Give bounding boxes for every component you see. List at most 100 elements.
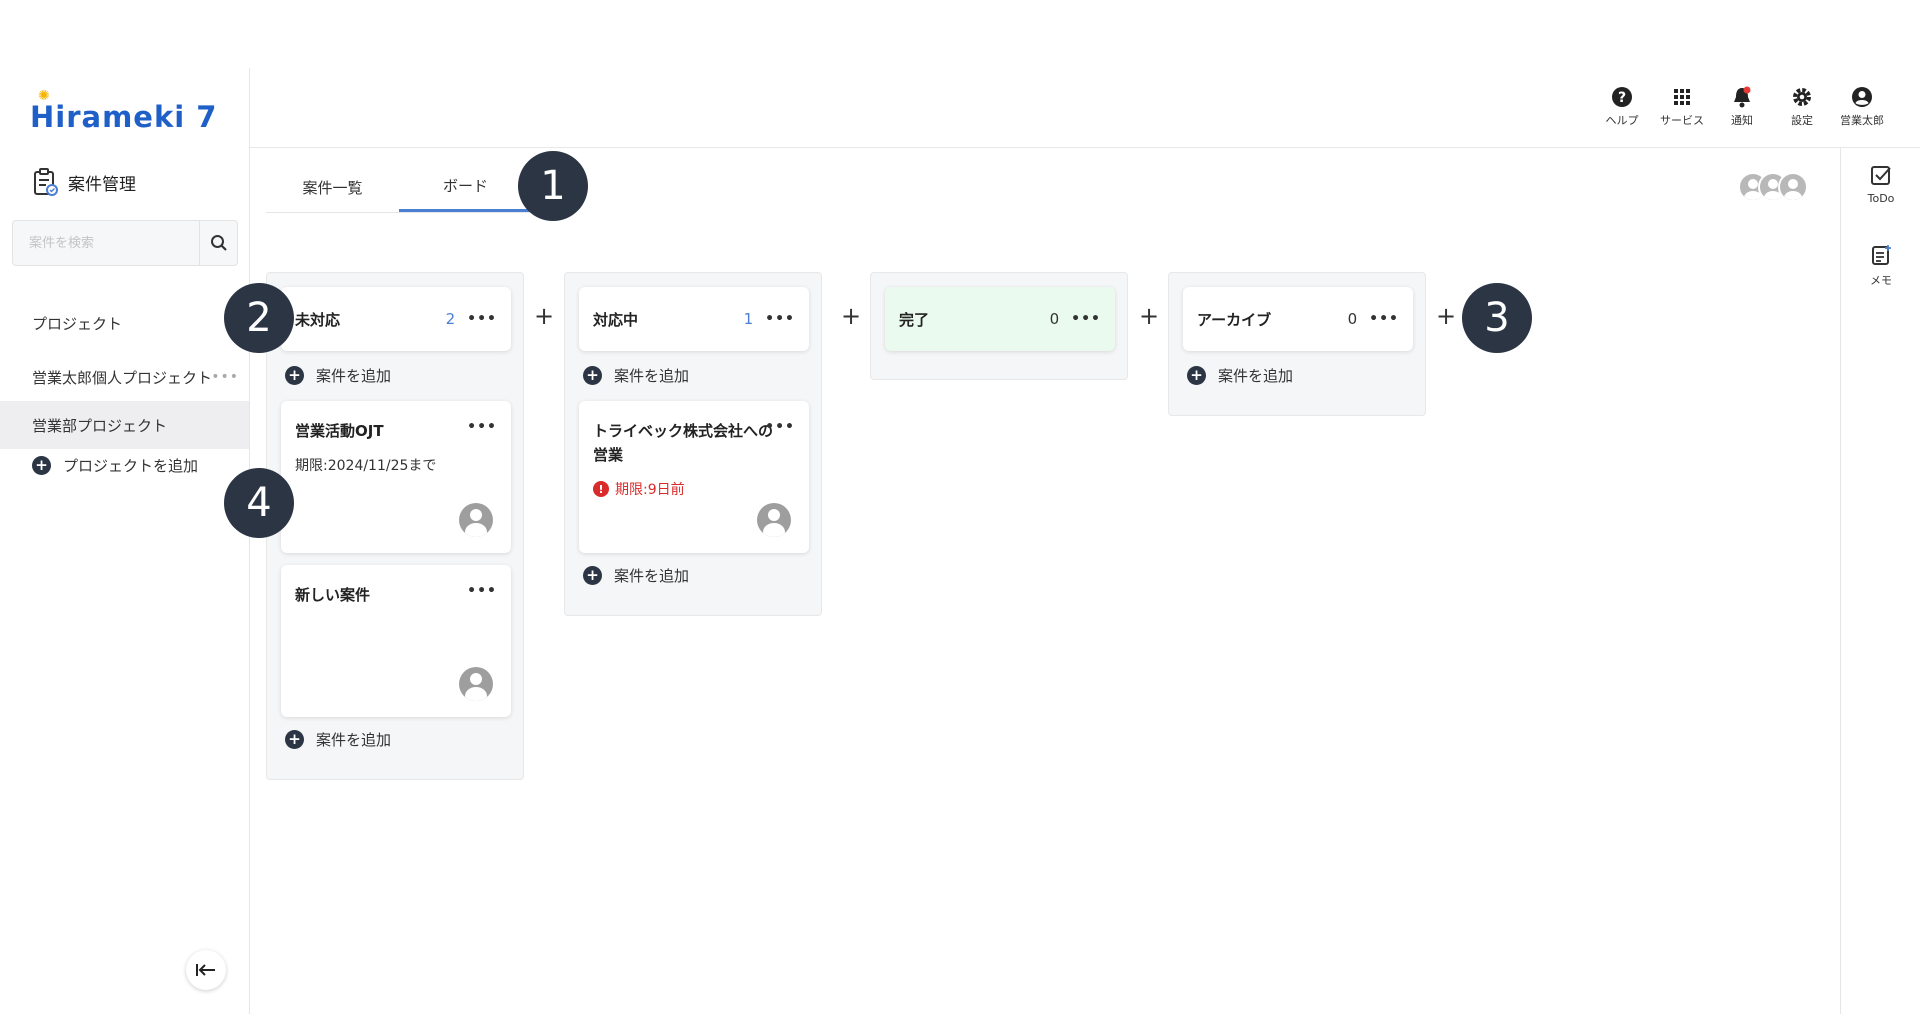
app-logo[interactable]: ✺ Hirameki 7 (30, 88, 217, 134)
add-case-label: 案件を追加 (1218, 367, 1294, 385)
plus-circle-icon: + (583, 366, 602, 385)
clipboard-icon (34, 168, 58, 196)
column-header[interactable]: 未対応 2 ••• (281, 287, 511, 351)
warning-icon: ! (593, 481, 609, 497)
sidebar-item-personal-project[interactable]: 営業太郎個人プロジェクト ••• (0, 353, 249, 401)
card-due-date-overdue: ! 期限:9日前 (593, 479, 685, 499)
plus-circle-icon: + (1187, 366, 1206, 385)
collapse-arrow-icon (196, 964, 215, 976)
bell-icon (1734, 86, 1751, 108)
callout-badge: 3 (1462, 283, 1532, 353)
plus-circle-icon: + (583, 566, 602, 585)
column-header[interactable]: 完了 0 ••• (885, 287, 1115, 351)
card-title: トライベック株式会社への営業 (593, 422, 774, 464)
column-title: 対応中 (593, 310, 639, 329)
sidebar-item-label: 営業太郎個人プロジェクト (32, 368, 213, 387)
add-case-button[interactable]: + 案件を追加 (583, 565, 689, 586)
settings-button[interactable]: 設定 (1778, 86, 1826, 128)
plus-circle-icon: + (285, 730, 304, 749)
sidebar-item-sales-project[interactable]: 営業部プロジェクト (0, 401, 249, 449)
more-icon[interactable]: ••• (211, 369, 239, 385)
collapse-sidebar-button[interactable] (186, 950, 226, 990)
board-column-in-progress: 対応中 1 ••• + 案件を追加 トライベック株式会社への営業 ••• ! 期… (564, 272, 822, 616)
notifications-label: 通知 (1731, 114, 1753, 127)
help-label: ヘルプ (1605, 114, 1639, 127)
more-icon[interactable]: ••• (1369, 311, 1399, 327)
column-title: 未対応 (295, 310, 341, 329)
more-icon[interactable]: ••• (765, 311, 795, 327)
member-avatars[interactable] (1738, 172, 1808, 202)
due-label: 期限:9日前 (615, 482, 685, 498)
column-count: 2 (445, 310, 456, 328)
todo-button[interactable]: ToDo (1841, 164, 1920, 205)
add-case-label: 案件を追加 (614, 567, 690, 585)
user-label: 営業太郎 (1840, 114, 1884, 127)
add-case-label: 案件を追加 (316, 731, 392, 749)
add-column-button[interactable]: + (841, 302, 861, 330)
avatar (1778, 172, 1808, 202)
callout-badge: 2 (224, 283, 294, 353)
notifications-button[interactable]: 通知 (1718, 86, 1766, 128)
assignee-avatar[interactable] (757, 503, 791, 537)
callout-badge: 1 (518, 151, 588, 221)
case-card[interactable]: 新しい案件 ••• (281, 565, 511, 717)
more-icon[interactable]: ••• (765, 419, 795, 435)
add-case-button[interactable]: + 案件を追加 (1187, 365, 1293, 386)
case-card[interactable]: トライベック株式会社への営業 ••• ! 期限:9日前 (579, 401, 809, 553)
add-case-button[interactable]: + 案件を追加 (583, 365, 689, 386)
add-project-button[interactable]: + プロジェクトを追加 (32, 455, 198, 476)
memo-icon (1872, 245, 1891, 265)
view-tabs: 案件一覧 ボード (266, 162, 532, 213)
help-button[interactable]: ? ヘルプ (1598, 86, 1646, 128)
memo-label: メモ (1870, 274, 1892, 287)
todo-check-icon (1871, 166, 1891, 185)
project-section-label: プロジェクト (32, 315, 123, 333)
services-button[interactable]: サービス (1658, 86, 1706, 128)
add-project-label: プロジェクトを追加 (63, 457, 199, 475)
column-header[interactable]: アーカイブ 0 ••• (1183, 287, 1413, 351)
assignee-avatar[interactable] (459, 667, 493, 701)
column-count: 1 (743, 310, 754, 328)
more-icon[interactable]: ••• (467, 419, 497, 435)
more-icon[interactable]: ••• (1071, 311, 1101, 327)
add-case-button[interactable]: + 案件を追加 (285, 729, 391, 750)
add-case-label: 案件を追加 (614, 367, 690, 385)
module-title-label: 案件管理 (68, 174, 136, 195)
case-card[interactable]: 営業活動OJT ••• 期限:2024/11/25まで (281, 401, 511, 553)
more-icon[interactable]: ••• (467, 583, 497, 599)
todo-label: ToDo (1867, 192, 1895, 205)
user-menu-button[interactable]: 営業太郎 (1838, 86, 1886, 128)
tab-board[interactable]: ボード (399, 162, 532, 212)
column-header[interactable]: 対応中 1 ••• (579, 287, 809, 351)
add-case-label: 案件を追加 (316, 367, 392, 385)
add-column-button[interactable]: + (1139, 302, 1159, 330)
column-count: 0 (1347, 310, 1358, 328)
add-column-button[interactable]: + (534, 302, 554, 330)
case-search (12, 220, 238, 266)
column-title: 完了 (899, 310, 930, 329)
search-icon (210, 235, 227, 251)
sidebar-item-label: 営業部プロジェクト (32, 416, 168, 435)
memo-button[interactable]: メモ (1841, 244, 1920, 288)
board-column-todo: 未対応 2 ••• + 案件を追加 営業活動OJT ••• 期限:2024/11… (266, 272, 524, 780)
sidebar: ✺ Hirameki 7 案件管理 プロジェクト 営業太郎個人プロジェクト ••… (0, 68, 250, 1014)
callout-badge: 4 (224, 468, 294, 538)
svg-text:?: ? (1618, 90, 1626, 106)
help-icon: ? (1612, 87, 1632, 107)
top-header: ? ヘルプ サービス 通知 設定 営業太郎 (250, 68, 1920, 148)
assignee-avatar[interactable] (459, 503, 493, 537)
more-icon[interactable]: ••• (467, 311, 497, 327)
module-title[interactable]: 案件管理 (32, 168, 136, 196)
card-title: 営業活動OJT (295, 422, 384, 440)
services-label: サービス (1660, 114, 1704, 127)
right-rail: ToDo メモ (1840, 148, 1920, 1014)
apps-icon (1674, 89, 1690, 105)
user-icon (1852, 87, 1872, 107)
search-input[interactable] (13, 221, 199, 265)
add-column-button[interactable]: + (1436, 302, 1456, 330)
tab-case-list[interactable]: 案件一覧 (266, 162, 399, 212)
column-title: アーカイブ (1197, 310, 1272, 329)
board-column-done: 完了 0 ••• (870, 272, 1128, 380)
search-button[interactable] (199, 221, 237, 265)
add-case-button[interactable]: + 案件を追加 (285, 365, 391, 386)
